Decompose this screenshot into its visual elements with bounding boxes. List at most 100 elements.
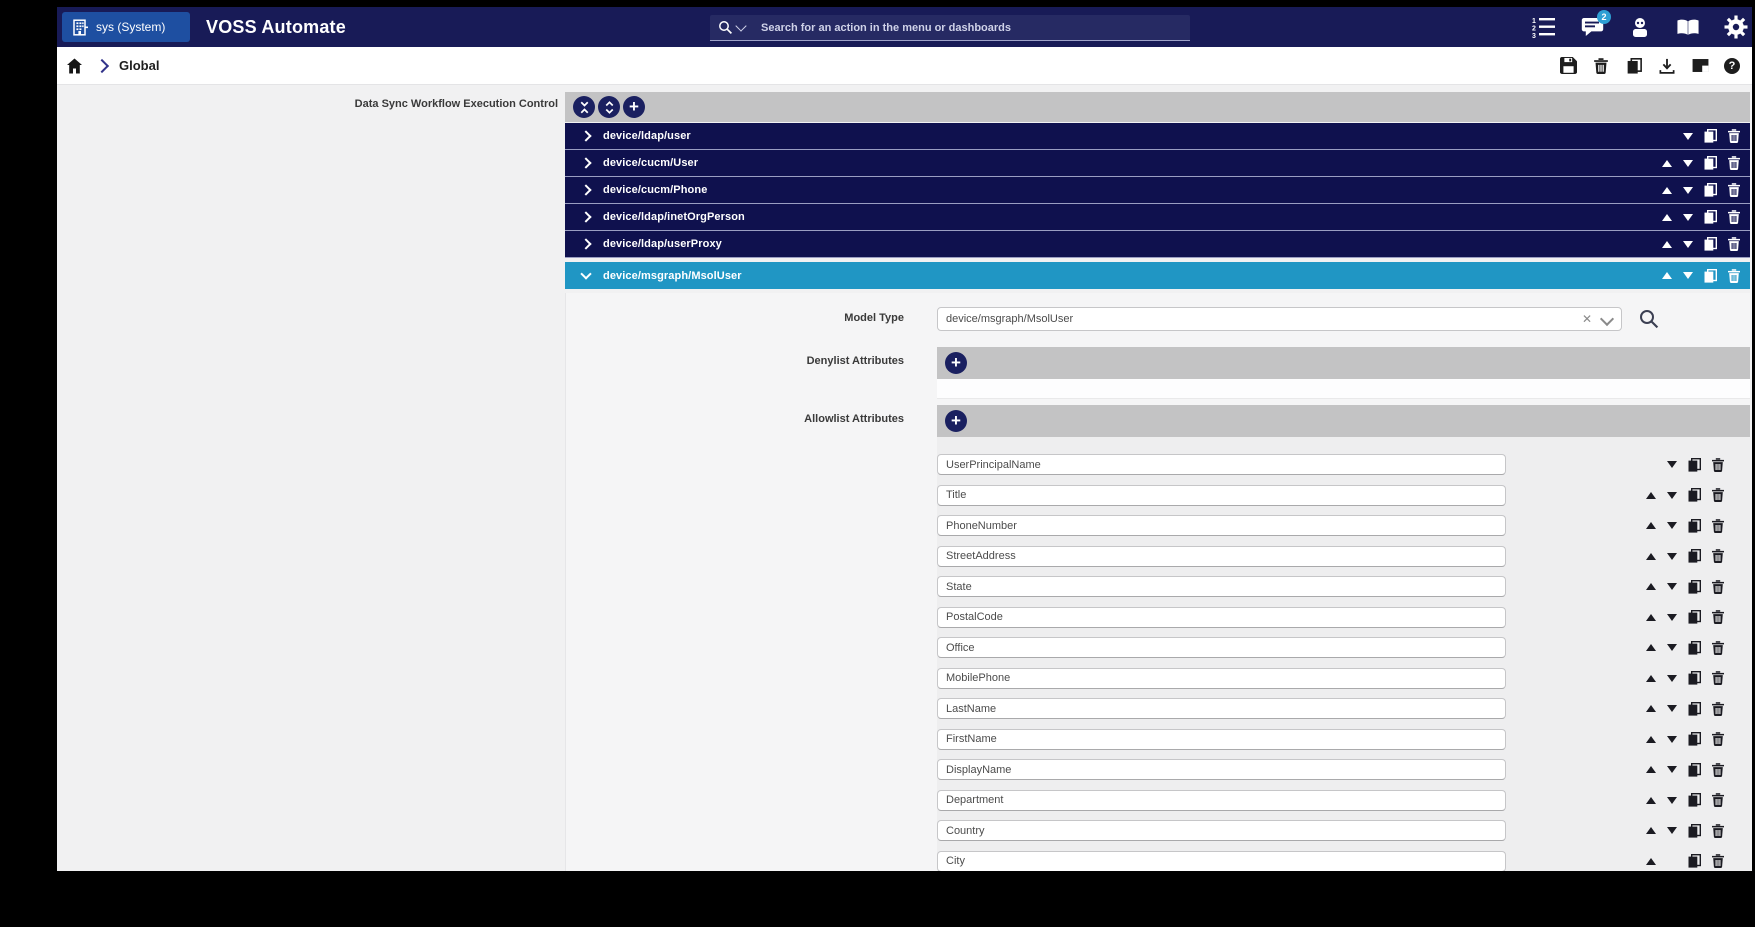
move-up-icon[interactable] (1646, 827, 1656, 834)
move-up-icon[interactable] (1646, 644, 1656, 651)
attribute-input[interactable] (937, 851, 1506, 872)
delete-row-icon[interactable] (1712, 610, 1724, 624)
move-down-icon[interactable] (1683, 241, 1693, 248)
allowlist-add-button[interactable] (945, 410, 967, 432)
attribute-input[interactable] (937, 515, 1506, 536)
lookup-search-icon[interactable] (1638, 308, 1660, 330)
move-down-icon[interactable] (1683, 272, 1693, 279)
move-down-icon[interactable] (1683, 214, 1693, 221)
attribute-input[interactable] (937, 698, 1506, 719)
clone-row-icon[interactable] (1688, 488, 1701, 502)
move-down-icon[interactable] (1667, 797, 1677, 804)
attribute-input[interactable] (937, 454, 1506, 475)
move-down-icon[interactable] (1667, 583, 1677, 590)
delete-icon[interactable] (1592, 57, 1610, 75)
clone-row-icon[interactable] (1688, 519, 1701, 533)
user-icon[interactable] (1628, 15, 1652, 39)
move-up-icon[interactable] (1662, 241, 1672, 248)
data-sync-model-row[interactable]: device/ldap/user (565, 123, 1750, 150)
clone-row-icon[interactable] (1688, 610, 1701, 624)
attribute-input[interactable] (937, 668, 1506, 689)
move-down-icon[interactable] (1667, 644, 1677, 651)
clone-icon[interactable] (1625, 57, 1643, 75)
move-up-icon[interactable] (1662, 160, 1672, 167)
delete-row-icon[interactable] (1712, 488, 1724, 502)
delete-row-icon[interactable] (1728, 129, 1740, 143)
home-icon[interactable] (66, 58, 83, 74)
clone-row-icon[interactable] (1688, 763, 1701, 777)
data-sync-model-row[interactable]: device/msgraph/MsolUser (565, 262, 1750, 289)
move-down-icon[interactable] (1683, 133, 1693, 140)
clone-row-icon[interactable] (1704, 156, 1717, 170)
clone-row-icon[interactable] (1688, 458, 1701, 472)
delete-row-icon[interactable] (1728, 269, 1740, 283)
delete-row-icon[interactable] (1712, 458, 1724, 472)
move-down-icon[interactable] (1667, 827, 1677, 834)
move-down-icon[interactable] (1667, 705, 1677, 712)
clone-row-icon[interactable] (1704, 210, 1717, 224)
search-input[interactable] (759, 21, 1182, 35)
move-up-icon[interactable] (1646, 553, 1656, 560)
clear-icon[interactable] (1579, 311, 1595, 327)
move-up-icon[interactable] (1646, 858, 1656, 865)
clone-row-icon[interactable] (1688, 580, 1701, 594)
move-down-icon[interactable] (1667, 614, 1677, 621)
search-scope-chevron-icon[interactable] (735, 20, 746, 31)
clone-row-icon[interactable] (1688, 793, 1701, 807)
expand-all-button[interactable] (598, 96, 620, 118)
hierarchy-button[interactable]: sys (System) (62, 12, 190, 42)
denylist-add-button[interactable] (945, 352, 967, 374)
attribute-input[interactable] (937, 607, 1506, 628)
gear-icon[interactable] (1724, 15, 1748, 39)
clone-row-icon[interactable] (1704, 269, 1717, 283)
clone-row-icon[interactable] (1688, 824, 1701, 838)
add-row-button[interactable] (623, 96, 645, 118)
move-down-icon[interactable] (1667, 553, 1677, 560)
delete-row-icon[interactable] (1712, 549, 1724, 563)
delete-row-icon[interactable] (1712, 702, 1724, 716)
move-up-icon[interactable] (1646, 797, 1656, 804)
attribute-input[interactable] (937, 546, 1506, 567)
attribute-input[interactable] (937, 820, 1506, 841)
panel-icon[interactable] (1691, 57, 1709, 75)
attribute-input[interactable] (937, 637, 1506, 658)
move-down-icon[interactable] (1667, 766, 1677, 773)
feedback-chat-icon[interactable]: 2 (1580, 15, 1604, 39)
move-up-icon[interactable] (1662, 187, 1672, 194)
data-sync-model-row[interactable]: device/ldap/userProxy (565, 231, 1750, 258)
delete-row-icon[interactable] (1712, 763, 1724, 777)
data-sync-model-row[interactable]: device/ldap/inetOrgPerson (565, 204, 1750, 231)
move-up-icon[interactable] (1646, 675, 1656, 682)
move-up-icon[interactable] (1646, 614, 1656, 621)
move-up-icon[interactable] (1662, 272, 1672, 279)
move-down-icon[interactable] (1667, 492, 1677, 499)
delete-row-icon[interactable] (1712, 519, 1724, 533)
attribute-input[interactable] (937, 576, 1506, 597)
move-down-icon[interactable] (1667, 736, 1677, 743)
data-sync-model-row[interactable]: device/cucm/User (565, 150, 1750, 177)
clone-row-icon[interactable] (1704, 237, 1717, 251)
move-down-icon[interactable] (1667, 461, 1677, 468)
clone-row-icon[interactable] (1704, 183, 1717, 197)
data-sync-model-row[interactable]: device/cucm/Phone (565, 177, 1750, 204)
attribute-input[interactable] (937, 759, 1506, 780)
move-up-icon[interactable] (1646, 583, 1656, 590)
clone-row-icon[interactable] (1704, 129, 1717, 143)
delete-row-icon[interactable] (1728, 183, 1740, 197)
delete-row-icon[interactable] (1712, 854, 1724, 868)
clone-row-icon[interactable] (1688, 549, 1701, 563)
export-icon[interactable] (1658, 57, 1676, 75)
book-icon[interactable] (1676, 15, 1700, 39)
clone-row-icon[interactable] (1688, 854, 1701, 868)
attribute-input[interactable] (937, 485, 1506, 506)
delete-row-icon[interactable] (1712, 641, 1724, 655)
delete-row-icon[interactable] (1712, 732, 1724, 746)
delete-row-icon[interactable] (1728, 156, 1740, 170)
global-search[interactable] (710, 15, 1190, 41)
clone-row-icon[interactable] (1688, 702, 1701, 716)
move-up-icon[interactable] (1646, 766, 1656, 773)
move-up-icon[interactable] (1646, 705, 1656, 712)
model-type-input[interactable] (937, 307, 1622, 331)
attribute-input[interactable] (937, 790, 1506, 811)
clone-row-icon[interactable] (1688, 671, 1701, 685)
